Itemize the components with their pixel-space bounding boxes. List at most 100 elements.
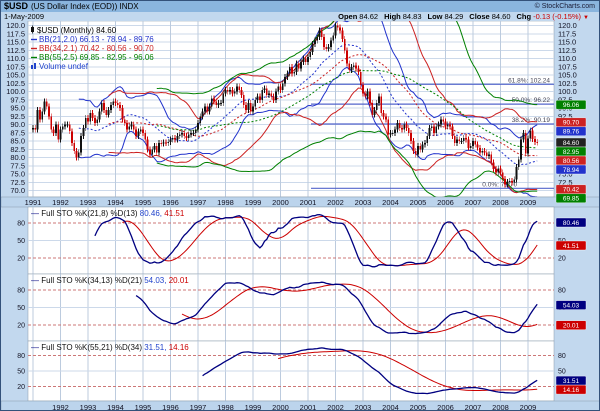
svg-text:50: 50 <box>17 305 25 312</box>
svg-text:2002: 2002 <box>327 403 344 411</box>
svg-text:Volume undef: Volume undef <box>39 62 89 71</box>
open-label: Open <box>338 12 357 21</box>
svg-text:1998: 1998 <box>217 403 234 411</box>
stochastic-panel-1: 808050502020— Full STO %K(21,8) %D(13) 8… <box>17 207 586 274</box>
stockcharts-chart-window: $USD(US Dollar Index (EOD)) INDX © Stock… <box>0 0 600 411</box>
chart-canvas: 120.0120.0117.5117.5115.0115.0112.5112.5… <box>1 21 600 411</box>
stochastic-panel-3: 808050502020— Full STO %K(55,21) %D(34) … <box>17 341 586 401</box>
svg-text:41.51: 41.51 <box>563 243 580 250</box>
stochastic-panel-2: 808050502020— Full STO %K(34,13) %D(21) … <box>17 274 586 341</box>
svg-text:1993: 1993 <box>80 198 97 207</box>
svg-text:$USD (Monthly) 84.60: $USD (Monthly) 84.60 <box>37 26 117 35</box>
svg-text:1994: 1994 <box>107 198 124 207</box>
svg-text:2000: 2000 <box>272 198 289 207</box>
svg-text:2001: 2001 <box>300 403 317 411</box>
svg-text:1999: 1999 <box>245 198 262 207</box>
panel-legend: — Full STO %K(21,8) %D(13) 80.46, 41.51 <box>31 209 185 218</box>
copyright: © StockCharts.com <box>535 1 595 12</box>
svg-text:1992: 1992 <box>52 403 69 411</box>
svg-text:2008: 2008 <box>492 198 509 207</box>
svg-text:1998: 1998 <box>217 198 234 207</box>
svg-text:80: 80 <box>17 220 25 227</box>
svg-text:54.03: 54.03 <box>563 302 580 309</box>
svg-text:69.85: 69.85 <box>563 196 580 203</box>
volume-bars-icon <box>31 65 33 69</box>
svg-text:14.16: 14.16 <box>563 387 580 394</box>
svg-text:BB(34,2.1) 70.42 - 80.56 - 90.: BB(34,2.1) 70.42 - 80.56 - 90.70 <box>39 44 154 53</box>
panel-value-boxes: 54.03 20.01 <box>556 301 586 330</box>
panel-value-boxes: 80.46 41.51 <box>556 218 586 250</box>
svg-text:38.2%: 90.19: 38.2%: 90.19 <box>512 117 551 124</box>
svg-text:2008: 2008 <box>492 403 509 411</box>
svg-text:BB(21,2.0) 66.13 - 78.94 - 89.: BB(21,2.0) 66.13 - 78.94 - 89.76 <box>39 35 154 44</box>
svg-text:1997: 1997 <box>190 198 207 207</box>
svg-text:80.56: 80.56 <box>563 158 580 165</box>
svg-text:89.76: 89.76 <box>563 129 580 136</box>
symbol-ticker: $USD <box>4 1 28 11</box>
svg-text:20: 20 <box>558 256 566 263</box>
svg-text:2001: 2001 <box>300 198 317 207</box>
open-value: 84.62 <box>359 12 378 21</box>
svg-text:20.01: 20.01 <box>563 323 580 330</box>
svg-text:2005: 2005 <box>410 198 427 207</box>
svg-text:1991: 1991 <box>25 198 42 207</box>
close-value: 84.60 <box>492 12 511 21</box>
svg-text:2004: 2004 <box>382 198 399 207</box>
svg-text:2003: 2003 <box>355 198 372 207</box>
svg-text:80: 80 <box>17 353 25 360</box>
svg-text:2009: 2009 <box>520 198 537 207</box>
svg-text:2006: 2006 <box>437 198 454 207</box>
bottom-x-axis: 1992 1993 1994 1995 1996 1997 1998 1999 2000 2001… <box>1 401 600 411</box>
svg-text:82.95: 82.95 <box>563 149 580 156</box>
low-value: 84.29 <box>445 12 464 21</box>
svg-text:80.46: 80.46 <box>563 220 580 227</box>
panel-legend: — Full STO %K(34,13) %D(21) 54.03, 20.01 <box>31 276 189 285</box>
svg-text:1997: 1997 <box>190 403 207 411</box>
svg-text:1992: 1992 <box>52 198 69 207</box>
svg-text:20: 20 <box>17 323 25 330</box>
svg-text:70.0: 70.0 <box>10 186 25 195</box>
svg-text:84.60: 84.60 <box>563 140 580 147</box>
svg-text:2006: 2006 <box>437 403 454 411</box>
title-bar: $USD(US Dollar Index (EOD)) INDX © Stock… <box>1 1 599 12</box>
page-title: (US Dollar Index (EOD)) INDX <box>31 2 139 11</box>
panel-legend: — Full STO %K(55,21) %D(34) 31.51, 14.16 <box>31 343 189 352</box>
panel-value-boxes: 31.51 14.16 <box>556 376 586 394</box>
svg-text:1996: 1996 <box>162 403 179 411</box>
svg-text:80: 80 <box>17 287 25 294</box>
svg-text:1995: 1995 <box>135 403 152 411</box>
svg-text:2005: 2005 <box>410 403 427 411</box>
svg-text:31.51: 31.51 <box>563 378 580 385</box>
high-label: High <box>384 12 401 21</box>
svg-text:1993: 1993 <box>80 403 97 411</box>
svg-text:2002: 2002 <box>327 198 344 207</box>
svg-text:2003: 2003 <box>355 403 372 411</box>
high-value: 84.83 <box>403 12 422 21</box>
svg-text:1995: 1995 <box>135 198 152 207</box>
svg-text:BB(55,2.5) 69.85 - 82.95 - 96.: BB(55,2.5) 69.85 - 82.95 - 96.06 <box>39 53 154 62</box>
svg-text:1994: 1994 <box>107 403 124 411</box>
svg-text:90.70: 90.70 <box>563 120 580 127</box>
chg-value: -0.13 (-0.15%) <box>533 12 581 21</box>
svg-text:96.06: 96.06 <box>563 102 580 109</box>
quote-bar: 1-May-2009 Open84.62 High84.83 Low84.29 Clo… <box>1 12 599 21</box>
svg-text:50: 50 <box>558 369 566 376</box>
svg-text:80: 80 <box>558 287 566 294</box>
svg-text:80: 80 <box>558 353 566 360</box>
svg-text:2009: 2009 <box>520 403 537 411</box>
chart-date: 1-May-2009 <box>4 12 44 21</box>
svg-text:78.94: 78.94 <box>563 167 580 174</box>
svg-text:20: 20 <box>17 384 25 391</box>
main-x-axis: 1991 1992 1993 1994 1995 1996 1997 1998 1999 2000… <box>1 197 600 207</box>
svg-text:50: 50 <box>17 238 25 245</box>
svg-text:2000: 2000 <box>272 403 289 411</box>
svg-text:50: 50 <box>17 369 25 376</box>
chg-label: Chg <box>517 12 532 21</box>
svg-text:1999: 1999 <box>245 403 262 411</box>
svg-text:2004: 2004 <box>382 403 399 411</box>
main-price-panel: 120.0120.0117.5117.5115.0115.0112.5112.5… <box>1 21 600 207</box>
svg-text:61.8%: 102.24: 61.8%: 102.24 <box>508 77 550 84</box>
close-label: Close <box>469 12 489 21</box>
low-label: Low <box>428 12 443 21</box>
svg-text:1996: 1996 <box>162 198 179 207</box>
